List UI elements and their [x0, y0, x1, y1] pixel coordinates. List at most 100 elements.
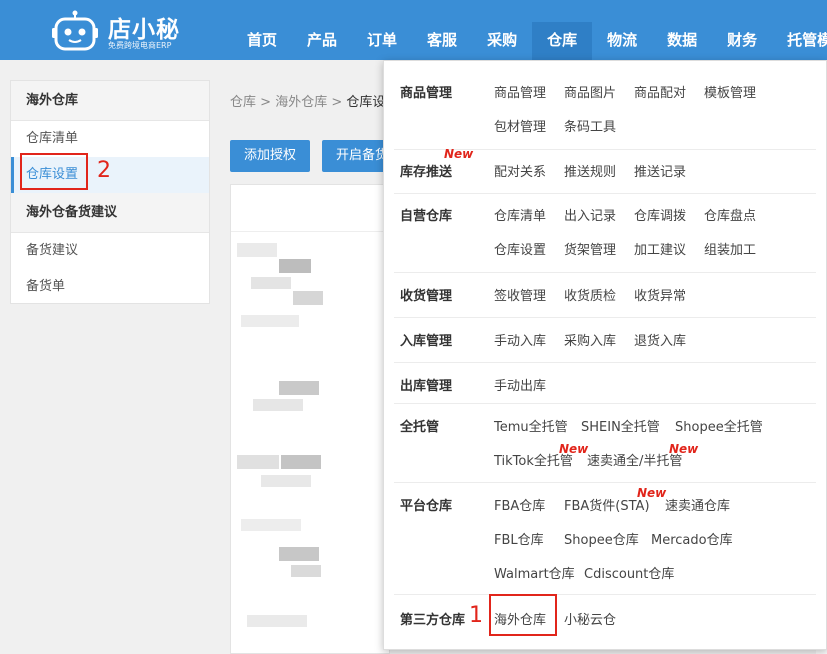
menu-link-return-inbound[interactable]: 退货入库 [634, 330, 686, 349]
menu-link-push-rules[interactable]: 推送规则 [564, 161, 616, 180]
logo-title: 店小秘 [108, 17, 180, 43]
blurred-cell [261, 475, 311, 487]
menu-link-fbl[interactable]: FBL仓库 [494, 529, 544, 548]
menu-link-process-advice[interactable]: 加工建议 [634, 239, 686, 258]
menu-link-aliexpress-hosting[interactable]: 速卖通全/半托管 [587, 450, 682, 469]
blurred-cell [253, 399, 303, 411]
nav-data[interactable]: 数据 [652, 22, 712, 60]
blurred-cell [237, 455, 279, 469]
menu-link-pair-relation[interactable]: 配对关系 [494, 161, 546, 180]
sidebar: 海外仓库 仓库清单 仓库设置 海外仓备货建议 备货建议 备货单 [10, 80, 210, 304]
highlight-box-step1 [489, 594, 557, 636]
blurred-cell [247, 615, 307, 627]
nav-logistics[interactable]: 物流 [592, 22, 652, 60]
sidebar-group-stock-advice: 海外仓备货建议 [11, 193, 209, 233]
menu-link-qc[interactable]: 收货质检 [564, 285, 616, 304]
menu-section-title: 平台仓库 [400, 499, 453, 514]
sidebar-item-stock-orders[interactable]: 备货单 [11, 269, 209, 305]
menu-link-push-records[interactable]: 推送记录 [634, 161, 686, 180]
highlight-box-step2 [20, 153, 88, 190]
blurred-cell [237, 243, 277, 257]
breadcrumb-warehouse[interactable]: 仓库 [230, 95, 256, 110]
step-1-label: 1 [469, 603, 483, 628]
logo[interactable]: 店小秘 免费跨境电商ERP [52, 6, 182, 54]
sidebar-item-stock-advice[interactable]: 备货建议 [11, 233, 209, 269]
menu-link-receive-exception[interactable]: 收货异常 [634, 285, 686, 304]
new-badge: New [444, 147, 474, 161]
menu-link-xiaomi-cloud[interactable]: 小秘云仓 [564, 609, 616, 628]
menu-section-push: New 库存推送 配对关系 推送规则 推送记录 [394, 147, 816, 194]
logo-subtitle: 免费跨境电商ERP [108, 41, 172, 50]
menu-link-io-records[interactable]: 出入记录 [564, 205, 616, 224]
menu-link-tiktok[interactable]: TikTok全托管 [494, 450, 573, 469]
menu-link-temu[interactable]: Temu全托管 [494, 416, 568, 435]
menu-link-fba[interactable]: FBA仓库 [494, 495, 545, 514]
sidebar-item-warehouse-list[interactable]: 仓库清单 [11, 121, 209, 157]
add-authorization-button[interactable]: 添加授权 [230, 140, 311, 172]
menu-link-warehouse-list[interactable]: 仓库清单 [494, 205, 546, 224]
blurred-cell [293, 291, 323, 305]
menu-link-sign[interactable]: 签收管理 [494, 285, 546, 304]
nav-orders[interactable]: 订单 [352, 22, 412, 60]
robot-logo-icon [52, 10, 98, 51]
menu-link-warehouse-settings[interactable]: 仓库设置 [494, 239, 546, 258]
blurred-cell [291, 565, 321, 577]
menu-link-fba-sta[interactable]: FBA货件(STA) [564, 495, 650, 514]
nav-finance[interactable]: 财务 [712, 22, 772, 60]
menu-section-title: 库存推送 [400, 165, 453, 180]
menu-link-shein[interactable]: SHEIN全托管 [581, 416, 660, 435]
blurred-cell [281, 455, 321, 469]
nav-products[interactable]: 产品 [292, 22, 352, 60]
menu-link-goods-manage[interactable]: 商品管理 [494, 82, 546, 101]
menu-link-goods-images[interactable]: 商品图片 [564, 82, 616, 101]
menu-link-template[interactable]: 模板管理 [704, 82, 756, 101]
breadcrumb-separator: > [331, 95, 343, 110]
menu-link-shelf[interactable]: 货架管理 [564, 239, 616, 258]
menu-link-cdiscount[interactable]: Cdiscount仓库 [584, 563, 674, 582]
nav-customer-service[interactable]: 客服 [412, 22, 472, 60]
menu-link-mercado[interactable]: Mercado仓库 [651, 529, 733, 548]
breadcrumb-current: 仓库设 [346, 95, 386, 110]
blurred-cell [279, 381, 319, 395]
menu-link-barcode[interactable]: 条码工具 [564, 116, 616, 135]
sidebar-group-overseas: 海外仓库 [11, 81, 209, 121]
menu-section-title: 自营仓库 [400, 209, 453, 224]
menu-link-shopee-full[interactable]: Shopee全托管 [675, 416, 763, 435]
blurred-cell [241, 315, 299, 327]
menu-link-manual-outbound[interactable]: 手动出库 [494, 375, 546, 394]
nav-hosting[interactable]: 托管模 [772, 22, 827, 60]
menu-link-packaging[interactable]: 包材管理 [494, 116, 546, 135]
blurred-cell [251, 277, 291, 289]
breadcrumb: 仓库 > 海外仓库 > 仓库设 [230, 91, 385, 110]
menu-link-goods-match[interactable]: 商品配对 [634, 82, 686, 101]
menu-link-transfer[interactable]: 仓库调拨 [634, 205, 686, 224]
blurred-cell [241, 519, 301, 531]
nav-warehouse[interactable]: 仓库 [532, 22, 593, 60]
menu-section-title: 全托管 [400, 420, 440, 435]
menu-section-receive: 收货管理 签收管理 收货质检 收货异常 [394, 273, 816, 318]
enable-stocking-button[interactable]: 开启备货 [322, 140, 392, 172]
breadcrumb-separator: > [260, 95, 272, 110]
menu-link-purchase-inbound[interactable]: 采购入库 [564, 330, 616, 349]
menu-section-platform: 平台仓库 New FBA仓库 FBA货件(STA) 速卖通仓库 FBL仓库 Sh… [394, 483, 816, 595]
menu-link-assembly[interactable]: 组装加工 [704, 239, 756, 258]
menu-section-title: 商品管理 [400, 86, 453, 101]
step-2-label: 2 [97, 158, 111, 183]
breadcrumb-overseas[interactable]: 海外仓库 [275, 95, 327, 110]
menu-link-shopee-warehouse[interactable]: Shopee仓库 [564, 529, 639, 548]
nav-purchase[interactable]: 采购 [472, 22, 532, 60]
menu-section-goods: 商品管理 商品管理 商品图片 商品配对 模板管理 包材管理 条码工具 [394, 71, 816, 150]
menu-link-manual-inbound[interactable]: 手动入库 [494, 330, 546, 349]
menu-section-title: 收货管理 [400, 289, 453, 304]
menu-link-stocktake[interactable]: 仓库盘点 [704, 205, 756, 224]
menu-link-aliexpress-warehouse[interactable]: 速卖通仓库 [665, 495, 730, 514]
top-navbar: 店小秘 免费跨境电商ERP 首页 产品 订单 客服 采购 仓库 物流 数据 财务… [0, 0, 827, 60]
nav-home[interactable]: 首页 [232, 22, 292, 60]
menu-link-walmart[interactable]: Walmart仓库 [494, 563, 575, 582]
blurred-cell [279, 259, 311, 273]
menu-section-title: 出库管理 [400, 379, 453, 394]
blurred-cell [279, 547, 319, 561]
main-nav: 首页 产品 订单 客服 采购 仓库 物流 数据 财务 托管模 [232, 22, 827, 60]
menu-section-title: 入库管理 [400, 334, 453, 349]
content-panel [230, 184, 390, 654]
